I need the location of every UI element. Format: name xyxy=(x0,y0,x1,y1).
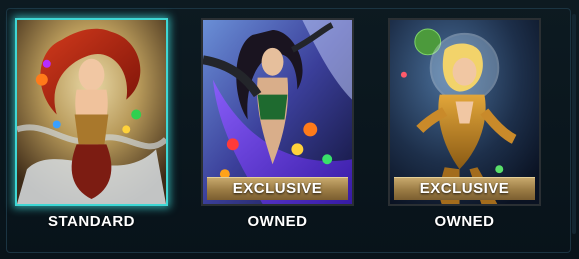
skin-status-label: OWNED xyxy=(247,213,308,230)
skin-art-standard xyxy=(17,20,166,204)
skin-status-label: OWNED xyxy=(434,213,495,230)
skin-selection-panel: STANDARD EXCLUSIVE OWNED EXCLUSIVE OWNED xyxy=(0,0,579,259)
skin-art-frame[interactable] xyxy=(15,18,168,206)
exclusive-badge: EXCLUSIVE xyxy=(207,177,348,200)
skin-card-exclusive-1[interactable]: EXCLUSIVE OWNED xyxy=(201,18,354,241)
skin-status-label: STANDARD xyxy=(47,213,136,230)
skin-card-standard[interactable]: STANDARD xyxy=(15,18,168,241)
skin-art-frame[interactable]: EXCLUSIVE xyxy=(201,18,354,206)
skin-art-frame[interactable]: EXCLUSIVE xyxy=(388,18,541,206)
exclusive-badge: EXCLUSIVE xyxy=(394,177,535,200)
skin-card-exclusive-2[interactable]: EXCLUSIVE OWNED xyxy=(388,18,541,241)
scrollbar[interactable] xyxy=(572,14,576,234)
